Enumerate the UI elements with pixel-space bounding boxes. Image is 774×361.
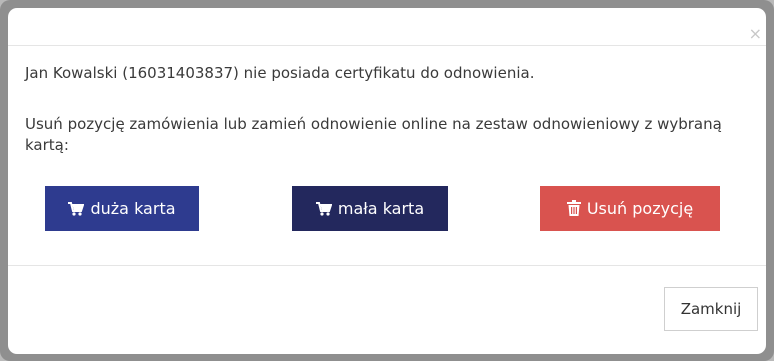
close-button[interactable]: Zamknij — [664, 287, 758, 331]
big-card-button[interactable]: duża karta — [45, 186, 199, 231]
modal-header: × — [8, 8, 766, 46]
modal-backdrop: × Jan Kowalski (16031403837) nie posiada… — [0, 0, 774, 361]
message-no-certificate: Jan Kowalski (16031403837) nie posiada c… — [25, 64, 535, 82]
trash-icon — [566, 200, 581, 216]
cart-icon — [315, 202, 333, 216]
small-card-button[interactable]: mała karta — [292, 186, 448, 231]
message-instructions: Usuń pozycję zamówienia lub zamień odnow… — [25, 115, 722, 154]
cart-icon — [68, 202, 85, 216]
remove-item-button-label: Usuń pozycję — [586, 199, 694, 218]
modal-body: Jan Kowalski (16031403837) nie posiada c… — [8, 46, 766, 265]
modal-dialog: × Jan Kowalski (16031403837) nie posiada… — [8, 8, 766, 354]
small-card-button-label: mała karta — [337, 199, 425, 218]
big-card-button-label: duża karta — [90, 199, 176, 218]
modal-footer: Zamknij — [8, 265, 766, 355]
remove-item-button[interactable]: Usuń pozycję — [540, 186, 720, 231]
close-icon[interactable]: × — [749, 26, 762, 42]
